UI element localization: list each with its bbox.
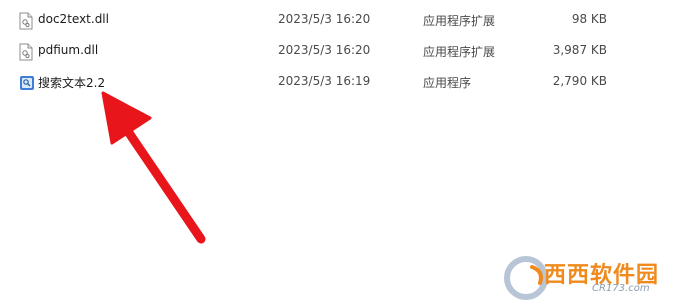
site-watermark: 西西软件园 CR173.com: [500, 251, 695, 307]
watermark-site: CR173.com: [592, 283, 650, 294]
